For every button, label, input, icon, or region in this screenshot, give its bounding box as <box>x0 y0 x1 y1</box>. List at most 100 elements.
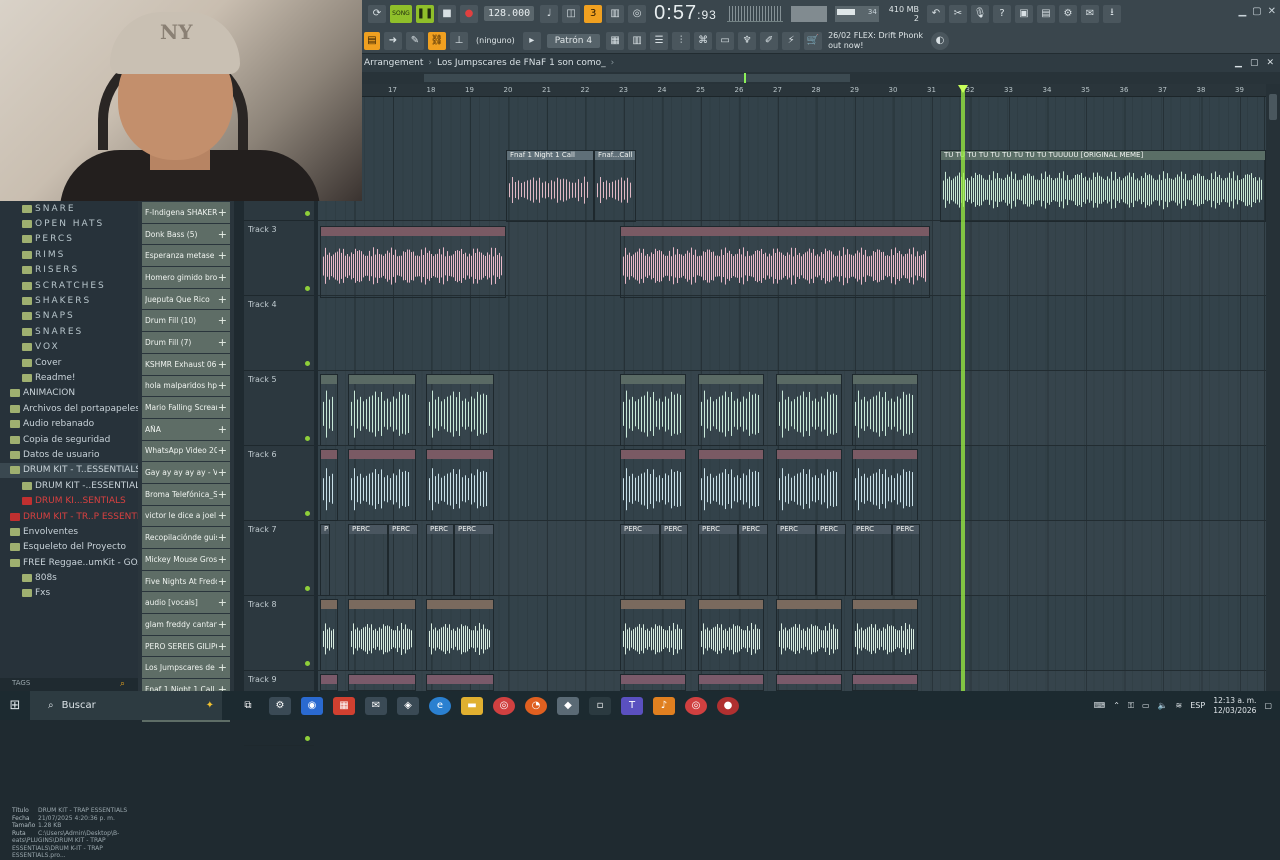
channel-item[interactable]: Donk Bass (5) + <box>142 223 230 245</box>
audio-clip[interactable] <box>320 226 506 298</box>
track-mute-led-icon[interactable] <box>305 286 310 291</box>
link-icon[interactable]: ⛓ <box>428 31 446 50</box>
vertical-scrollbar[interactable] <box>1266 84 1280 691</box>
track-header[interactable]: Track 5 <box>244 371 314 446</box>
audio-clip[interactable] <box>426 449 494 521</box>
app-icon-dim[interactable]: ▫ <box>589 696 611 715</box>
add-icon[interactable]: + <box>218 358 227 371</box>
add-icon[interactable]: + <box>218 661 227 674</box>
piano-roll-icon[interactable]: ▥ <box>628 31 647 50</box>
channel-rack-icon[interactable]: ☰ <box>650 31 669 50</box>
firefox-icon[interactable]: ◔ <box>525 696 547 715</box>
store-icon[interactable]: ▦ <box>333 696 355 715</box>
wait-icon[interactable]: ◫ <box>562 4 581 23</box>
chrome-icon-2[interactable]: ◎ <box>685 696 707 715</box>
channel-item[interactable]: Mario Falling Scream...+ <box>142 397 230 418</box>
browser-item[interactable]: DRUM KIT -..ESSENTIALS <box>0 478 138 493</box>
audio-clip[interactable]: PERC <box>738 524 768 596</box>
audio-clip[interactable] <box>320 449 338 521</box>
audio-clip[interactable]: PERC <box>660 524 688 596</box>
game-icon[interactable]: ◈ <box>397 696 419 715</box>
browser-item[interactable]: SNAPS <box>0 309 138 324</box>
mail-icon[interactable]: ✉ <box>365 696 387 715</box>
close-icon[interactable]: ✕ <box>1266 58 1274 68</box>
audio-clip[interactable]: PERC <box>388 524 418 596</box>
audio-clip[interactable] <box>776 674 842 691</box>
audio-clip[interactable] <box>776 599 842 671</box>
browser-item[interactable]: DRUM KIT - T..ESSENTIALS <box>0 462 138 479</box>
maximize-icon[interactable]: ▢ <box>1250 58 1259 68</box>
channel-item[interactable]: Mickey Mouse Groser...+ <box>142 549 230 570</box>
browser-item[interactable]: Datos de usuario <box>0 447 138 462</box>
add-icon[interactable]: + <box>218 379 227 392</box>
help-icon[interactable]: ? <box>993 4 1011 23</box>
track-mute-led-icon[interactable] <box>305 361 310 366</box>
cable-icon[interactable]: ⚡ <box>782 31 801 50</box>
task-view-icon[interactable]: ⧉ <box>237 697 259 715</box>
browser-item[interactable]: 808s <box>0 570 138 585</box>
chat-icon[interactable]: ✉ <box>1081 4 1099 23</box>
browser-item[interactable]: Esqueleto del Proyecto <box>0 540 138 555</box>
loop-icon[interactable]: ⟳ <box>368 4 386 23</box>
channel-item[interactable]: hola malparidos hpt + <box>142 375 230 397</box>
add-icon[interactable]: + <box>218 206 227 219</box>
news-icon[interactable]: ◐ <box>931 31 950 50</box>
add-icon[interactable]: + <box>218 249 227 262</box>
playlist-overview-scrollbar[interactable] <box>362 72 1280 84</box>
audio-clip[interactable]: PERC <box>776 524 816 596</box>
add-icon[interactable]: + <box>218 271 227 284</box>
audio-clip[interactable]: Fnaf...Call <box>594 150 636 222</box>
copilot-icon[interactable]: ◉ <box>301 696 323 715</box>
browser-item[interactable]: DRUM KIT - TR..P ESSENTIALS <box>0 509 138 524</box>
audio-clip[interactable]: PERC <box>816 524 846 596</box>
scrollbar-thumb[interactable] <box>1269 94 1277 120</box>
play-button[interactable]: ❚❚ <box>416 4 434 23</box>
track-mute-led-icon[interactable] <box>305 211 310 216</box>
channel-item[interactable]: F-Indigena SHAKER_3+ <box>142 202 230 223</box>
generator-icon[interactable]: ♆ <box>738 31 757 50</box>
browser-item[interactable]: Archivos del portapapeles <box>0 401 138 416</box>
track-header[interactable]: Track 6 <box>244 446 314 521</box>
track-mute-led-icon[interactable] <box>305 736 310 741</box>
export-icon[interactable]: ▤ <box>1037 4 1055 23</box>
app-icon[interactable]: ◆ <box>557 696 579 715</box>
audio-clip[interactable] <box>620 674 686 691</box>
search-icon[interactable]: ⌕ <box>120 679 125 689</box>
track-mute-led-icon[interactable] <box>305 586 310 591</box>
channel-item[interactable]: Gay ay ay ay ay - Voi...+ <box>142 462 230 483</box>
windows-start-icon[interactable]: ⊞ <box>0 698 30 713</box>
channel-item[interactable]: KSHMR Exhaust 06 + <box>142 353 230 375</box>
volume-icon[interactable]: 🔈 <box>1158 701 1168 710</box>
audio-clip[interactable]: PERC <box>320 524 330 596</box>
timeline-ruler[interactable]: 17 18 19 20 21 22 23 24 25 26 27 28 29 30 31 32 33 34 35 36… <box>318 84 1266 97</box>
clock[interactable]: 12:13 a. m. 12/03/2026 <box>1213 696 1256 716</box>
audio-clip[interactable] <box>852 449 918 521</box>
browser-item[interactable]: SHAKERS <box>0 293 138 308</box>
tags-label[interactable]: TAGS <box>12 679 30 687</box>
audio-clip[interactable]: Fnaf 1 Night 1 Call <box>506 150 594 222</box>
channel-item[interactable]: audio [vocals] + <box>142 592 230 614</box>
close-icon[interactable]: ✕ <box>1268 6 1276 17</box>
arrangement-label[interactable]: Arrangement <box>364 58 423 68</box>
battery-icon[interactable]: ▭ <box>1142 701 1150 710</box>
browser-item[interactable]: SNARE <box>0 201 138 216</box>
audio-clip[interactable] <box>698 674 764 691</box>
overview-thumb[interactable] <box>424 74 850 82</box>
fl-studio-icon[interactable]: ♪ <box>653 696 675 715</box>
language-indicator[interactable]: ESP <box>1190 701 1205 710</box>
audio-clip[interactable] <box>852 599 918 671</box>
add-icon[interactable]: + <box>218 640 227 653</box>
mixer-icon[interactable]: ⫶ <box>672 31 691 50</box>
network-icon[interactable]: ⚿ <box>1128 701 1134 711</box>
audio-clip[interactable]: PERC <box>426 524 454 596</box>
step-edit-icon[interactable]: ▥ <box>606 4 625 23</box>
hint-bar[interactable]: 26/02 FLEX: Drift Phonk out now! <box>828 31 923 51</box>
chevron-up-icon[interactable]: ⌃ <box>1113 701 1120 710</box>
plugin-icon[interactable]: ⌘ <box>694 31 713 50</box>
add-icon[interactable]: + <box>218 553 227 566</box>
add-icon[interactable]: + <box>218 293 227 306</box>
keyboard-icon[interactable]: ⌨ <box>1094 701 1106 710</box>
chrome-icon[interactable]: ◎ <box>493 696 515 715</box>
track-header[interactable]: Track 3 <box>244 221 314 296</box>
browser-item[interactable]: Fxs <box>0 586 138 601</box>
